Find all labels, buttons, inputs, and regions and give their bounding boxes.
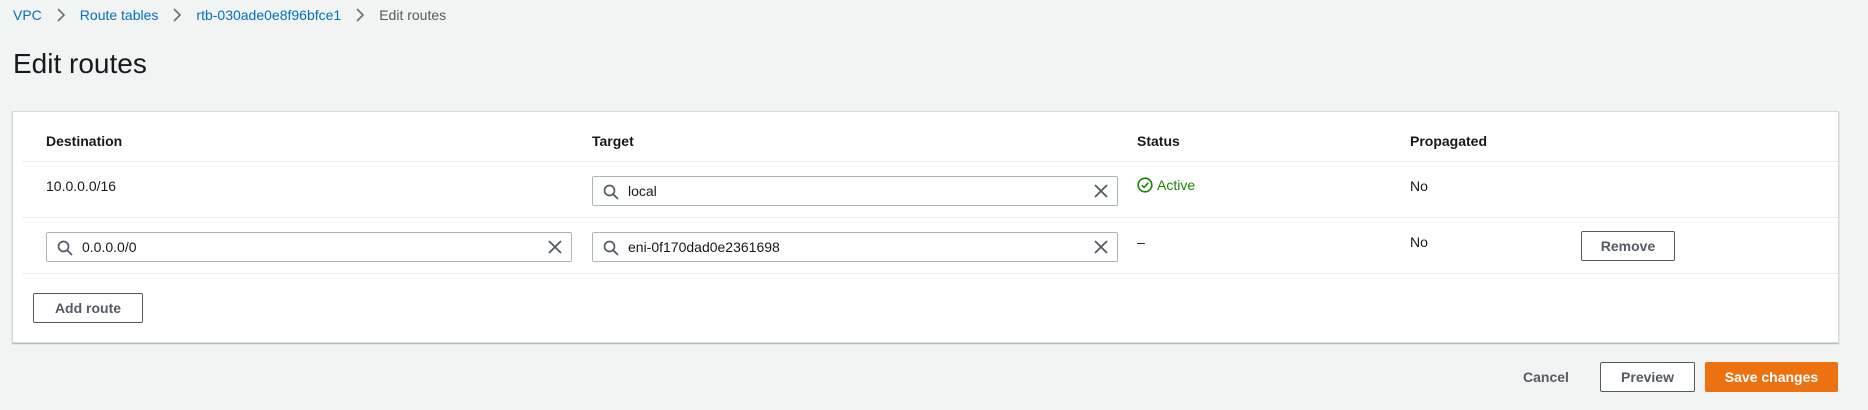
- target-input-value: eni-0f170dad0e2361698: [628, 239, 780, 255]
- target-input[interactable]: local: [592, 176, 1118, 206]
- breadcrumb-vpc[interactable]: VPC: [13, 7, 42, 23]
- column-header-target: Target: [592, 133, 634, 149]
- chevron-right-icon: [158, 8, 196, 22]
- page-title: Edit routes: [13, 48, 147, 79]
- propagated-value: No: [1410, 234, 1428, 250]
- close-icon[interactable]: [547, 239, 563, 255]
- remove-route-button[interactable]: Remove: [1581, 231, 1675, 261]
- check-circle-icon: [1137, 177, 1153, 193]
- close-icon[interactable]: [1093, 183, 1109, 199]
- preview-button[interactable]: Preview: [1600, 362, 1695, 392]
- breadcrumb: VPC Route tables rtb-030ade0e8f96bfce1 E…: [13, 5, 446, 25]
- destination-value: 10.0.0.0/16: [46, 178, 117, 194]
- table-row: 0.0.0.0/0 eni-0f170dad0e2361698 – No Rem…: [22, 218, 1838, 274]
- search-icon: [57, 240, 73, 256]
- close-icon[interactable]: [1093, 239, 1109, 255]
- column-header-propagated: Propagated: [1410, 133, 1488, 149]
- target-input-value: local: [628, 183, 657, 199]
- status-text: –: [1137, 234, 1145, 250]
- destination-input[interactable]: 0.0.0.0/0: [46, 232, 572, 262]
- destination-input-value: 0.0.0.0/0: [82, 239, 137, 255]
- breadcrumb-route-table-id[interactable]: rtb-030ade0e8f96bfce1: [196, 7, 341, 23]
- breadcrumb-route-tables[interactable]: Route tables: [80, 7, 159, 23]
- propagated-value: No: [1410, 178, 1428, 194]
- breadcrumb-current: Edit routes: [379, 7, 447, 23]
- table-header: Destination Target Status Propagated: [22, 112, 1838, 162]
- cancel-button[interactable]: Cancel: [1523, 369, 1569, 385]
- column-header-status: Status: [1137, 133, 1180, 149]
- status-badge: Active: [1137, 177, 1195, 193]
- table-row: 10.0.0.0/16 local Active No: [22, 162, 1838, 218]
- add-route-button[interactable]: Add route: [33, 293, 143, 323]
- search-icon: [603, 184, 619, 200]
- chevron-right-icon: [42, 8, 80, 22]
- routes-panel: Destination Target Status Propagated 10.…: [12, 111, 1839, 343]
- target-input[interactable]: eni-0f170dad0e2361698: [592, 232, 1118, 262]
- chevron-right-icon: [341, 8, 379, 22]
- save-changes-button[interactable]: Save changes: [1705, 362, 1838, 392]
- status-text: Active: [1157, 177, 1196, 193]
- column-header-destination: Destination: [46, 133, 123, 149]
- search-icon: [603, 240, 619, 256]
